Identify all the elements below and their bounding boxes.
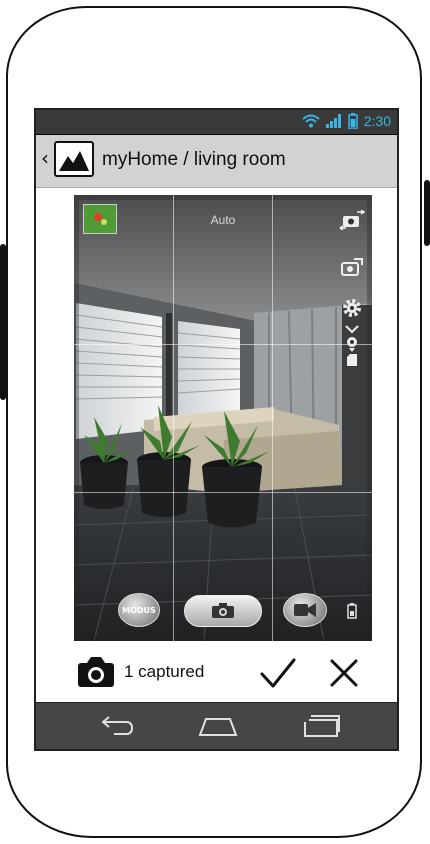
wifi-icon [302,114,320,128]
camera-icon [212,603,234,618]
camera-settings-icon[interactable] [338,255,366,281]
video-record-button[interactable] [283,593,327,627]
gear-icon[interactable] [338,295,366,321]
page-title: myHome / living room [102,149,286,170]
switch-camera-icon[interactable] [338,207,366,233]
recent-apps-icon[interactable] [298,711,346,741]
status-time: 2:30 [363,113,391,129]
grid-line [74,344,372,345]
volume-button [0,244,6,400]
flash-mode-label[interactable]: Auto [74,213,372,227]
sd-card-icon[interactable] [338,351,366,369]
close-icon [330,659,358,687]
mode-button-label: MODUS [122,605,156,615]
navigation-bar [36,702,397,749]
status-bar: 2:30 [36,110,397,135]
captured-count: 1 captured [124,662,205,681]
last-photo-thumbnail[interactable] [83,204,117,234]
cancel-button[interactable] [326,654,362,692]
grid-line [272,195,273,641]
back-icon[interactable] [92,711,140,741]
storage-icon [344,601,360,621]
video-camera-icon [294,603,316,617]
signal-icon [325,114,341,128]
checkmark-icon [260,658,296,688]
confirm-button[interactable] [258,654,298,692]
home-icon[interactable] [194,711,242,741]
mountain-image-icon [54,141,94,177]
action-row: 1 captured [36,642,397,700]
phone-screen: 2:30 ‹ myHome / living room Auto MODUS 1… [34,108,399,751]
chevron-left-icon[interactable]: ‹ [41,148,49,168]
grid-line [74,492,372,493]
camera-preview[interactable]: Auto MODUS [74,195,372,641]
camera-icon [77,656,115,688]
power-button [424,180,430,246]
shutter-button[interactable] [184,595,262,627]
battery-icon [348,113,358,129]
app-bar: ‹ myHome / living room [36,135,397,188]
grid-line [173,195,174,641]
living-room-scene [74,195,372,641]
mode-button[interactable]: MODUS [118,593,160,627]
